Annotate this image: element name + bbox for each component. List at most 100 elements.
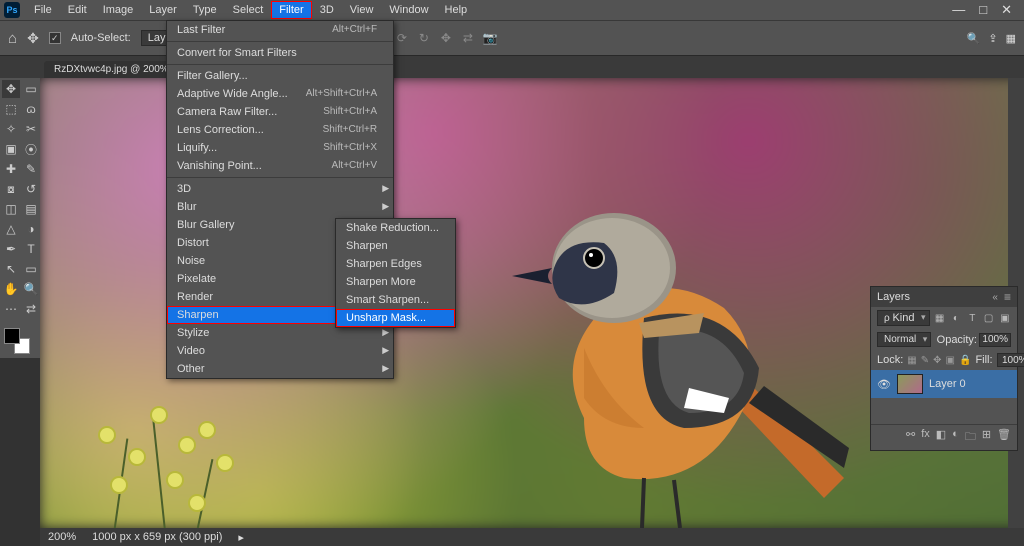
opacity-input[interactable] bbox=[979, 333, 1011, 347]
menu-filter[interactable]: Filter bbox=[271, 1, 311, 19]
share-icon[interactable]: ⇪ bbox=[988, 32, 997, 45]
brush-tool[interactable]: ✎ bbox=[22, 160, 40, 178]
sharpen-menu-item[interactable]: Smart Sharpen... bbox=[336, 291, 455, 309]
filter-shape-icon[interactable]: ▢ bbox=[982, 312, 994, 324]
delete-layer-icon[interactable]: 🗑 bbox=[997, 428, 1011, 447]
3d-roll-icon[interactable]: ↻ bbox=[416, 30, 432, 46]
gradient-tool[interactable]: ▤ bbox=[22, 200, 40, 218]
pen-tool[interactable]: ✒ bbox=[2, 240, 20, 258]
crop-tool[interactable]: ✂ bbox=[22, 120, 40, 138]
filter-smart-icon[interactable]: ▣ bbox=[999, 312, 1011, 324]
panel-menu-icon[interactable]: ≡ bbox=[1004, 290, 1011, 304]
menu-view[interactable]: View bbox=[342, 1, 382, 19]
fill-input[interactable] bbox=[997, 353, 1024, 367]
layer-thumbnail[interactable] bbox=[897, 374, 923, 394]
layer-row[interactable]: 👁 Layer 0 bbox=[871, 370, 1017, 398]
new-layer-icon[interactable]: ⊞ bbox=[982, 428, 991, 447]
blur-tool[interactable]: △ bbox=[2, 220, 20, 238]
menu-window[interactable]: Window bbox=[381, 1, 436, 19]
workspace-icon[interactable]: ▦ bbox=[1006, 32, 1016, 45]
sharpen-menu-item[interactable]: Unsharp Mask... bbox=[336, 309, 455, 327]
filter-menu-item[interactable]: Filter Gallery... bbox=[167, 67, 393, 85]
blend-mode-select[interactable]: Normal bbox=[877, 332, 931, 347]
search-icon[interactable]: 🔍 bbox=[967, 32, 981, 45]
filter-menu-item[interactable]: Adaptive Wide Angle...Alt+Shift+Ctrl+A bbox=[167, 85, 393, 103]
3d-orbit-icon[interactable]: ⟳ bbox=[394, 30, 410, 46]
sharpen-menu-item[interactable]: Sharpen Edges bbox=[336, 255, 455, 273]
menu-edit[interactable]: Edit bbox=[60, 1, 95, 19]
lasso-tool[interactable]: ɷ bbox=[22, 100, 40, 118]
doc-info-arrow-icon[interactable]: ▸ bbox=[238, 531, 244, 544]
zoom-level[interactable]: 200% bbox=[48, 531, 76, 543]
filter-kind-select[interactable]: ρ Kind bbox=[877, 310, 930, 326]
filter-menu-item[interactable]: Other▶ bbox=[167, 360, 393, 378]
collapse-icon[interactable]: « bbox=[992, 292, 998, 303]
layer-name[interactable]: Layer 0 bbox=[929, 378, 966, 390]
lock-position-icon[interactable]: ✥ bbox=[933, 355, 941, 366]
magic-wand-tool[interactable]: ✧ bbox=[2, 120, 20, 138]
filter-type-icon[interactable]: T bbox=[966, 312, 978, 324]
sharpen-menu-item[interactable]: Sharpen More bbox=[336, 273, 455, 291]
3d-camera-icon[interactable]: 📷 bbox=[482, 30, 498, 46]
frame-tool[interactable]: ▣ bbox=[2, 140, 20, 158]
move-tool[interactable]: ✥ bbox=[2, 80, 20, 98]
layers-panel-title-bar[interactable]: Layers « ≡ bbox=[871, 287, 1017, 307]
menu-file[interactable]: File bbox=[26, 1, 60, 19]
menu-select[interactable]: Select bbox=[225, 1, 272, 19]
filter-menu-item[interactable]: Blur▶ bbox=[167, 198, 393, 216]
menu-type[interactable]: Type bbox=[185, 1, 225, 19]
history-brush-tool[interactable]: ↺ bbox=[22, 180, 40, 198]
sharpen-menu-item[interactable]: Shake Reduction... bbox=[336, 219, 455, 237]
filter-menu-item[interactable]: Lens Correction...Shift+Ctrl+R bbox=[167, 121, 393, 139]
menu-3d[interactable]: 3D bbox=[312, 1, 342, 19]
menu-image[interactable]: Image bbox=[95, 1, 142, 19]
visibility-icon[interactable]: 👁 bbox=[877, 378, 891, 391]
lock-label: Lock: bbox=[877, 354, 903, 366]
doc-info[interactable]: 1000 px x 659 px (300 ppi) bbox=[92, 531, 222, 543]
3d-slide-icon[interactable]: ⇄ bbox=[460, 30, 476, 46]
sharpen-menu-item[interactable]: Sharpen bbox=[336, 237, 455, 255]
home-icon[interactable]: ⌂ bbox=[8, 30, 17, 47]
maximize-button[interactable]: □ bbox=[979, 2, 987, 18]
stamp-tool[interactable]: ⧇ bbox=[2, 180, 20, 198]
artboard-tool[interactable]: ▭ bbox=[22, 80, 40, 98]
filter-menu-item[interactable]: Video▶ bbox=[167, 342, 393, 360]
marquee-tool[interactable]: ⬚ bbox=[2, 100, 20, 118]
path-tool[interactable]: ↖ bbox=[2, 260, 20, 278]
dodge-tool[interactable]: ◑ bbox=[22, 220, 40, 238]
swap-colors-icon[interactable]: ⇄ bbox=[22, 300, 40, 318]
filter-menu-item[interactable]: Camera Raw Filter...Shift+Ctrl+A bbox=[167, 103, 393, 121]
lock-artboard-icon[interactable]: ▣ bbox=[946, 355, 955, 366]
eyedropper-tool[interactable]: ⦿ bbox=[22, 140, 40, 158]
filter-pixel-icon[interactable]: ▦ bbox=[934, 312, 946, 324]
3d-mode-icons: ⟳ ↻ ✥ ⇄ 📷 bbox=[394, 30, 498, 46]
3d-pan-icon[interactable]: ✥ bbox=[438, 30, 454, 46]
hand-tool[interactable]: ✋ bbox=[2, 280, 20, 298]
lock-transparency-icon[interactable]: ▦ bbox=[907, 355, 916, 366]
adjustment-layer-icon[interactable]: ◐ bbox=[952, 428, 959, 447]
layer-style-icon[interactable]: fx bbox=[921, 428, 930, 447]
layer-mask-icon[interactable]: ◧ bbox=[936, 428, 946, 447]
zoom-tool[interactable]: 🔍 bbox=[22, 280, 40, 298]
menu-help[interactable]: Help bbox=[437, 1, 476, 19]
opacity-label: Opacity: bbox=[937, 334, 977, 346]
type-tool[interactable]: T bbox=[22, 240, 40, 258]
link-layers-icon[interactable]: ⚯ bbox=[906, 428, 915, 447]
filter-adjust-icon[interactable]: ◐ bbox=[950, 312, 962, 324]
close-button[interactable]: ✕ bbox=[1001, 2, 1012, 18]
eraser-tool[interactable]: ◫ bbox=[2, 200, 20, 218]
menu-layer[interactable]: Layer bbox=[141, 1, 185, 19]
shape-tool[interactable]: ▭ bbox=[22, 260, 40, 278]
edit-toolbar[interactable]: ⋯ bbox=[2, 300, 20, 318]
lock-all-icon[interactable]: 🔒 bbox=[959, 355, 971, 366]
auto-select-checkbox[interactable]: ✓ bbox=[49, 32, 61, 44]
healing-tool[interactable]: ✚ bbox=[2, 160, 20, 178]
filter-menu-item[interactable]: Liquify...Shift+Ctrl+X bbox=[167, 139, 393, 157]
minimize-button[interactable]: — bbox=[952, 2, 965, 18]
color-swatches[interactable] bbox=[2, 326, 38, 356]
filter-menu-item[interactable]: Vanishing Point...Alt+Ctrl+V bbox=[167, 157, 393, 175]
foreground-color-swatch[interactable] bbox=[4, 328, 20, 344]
lock-image-icon[interactable]: ✎ bbox=[921, 355, 929, 366]
filter-menu-item[interactable]: 3D▶ bbox=[167, 180, 393, 198]
group-icon[interactable]: 🗀 bbox=[965, 428, 976, 447]
